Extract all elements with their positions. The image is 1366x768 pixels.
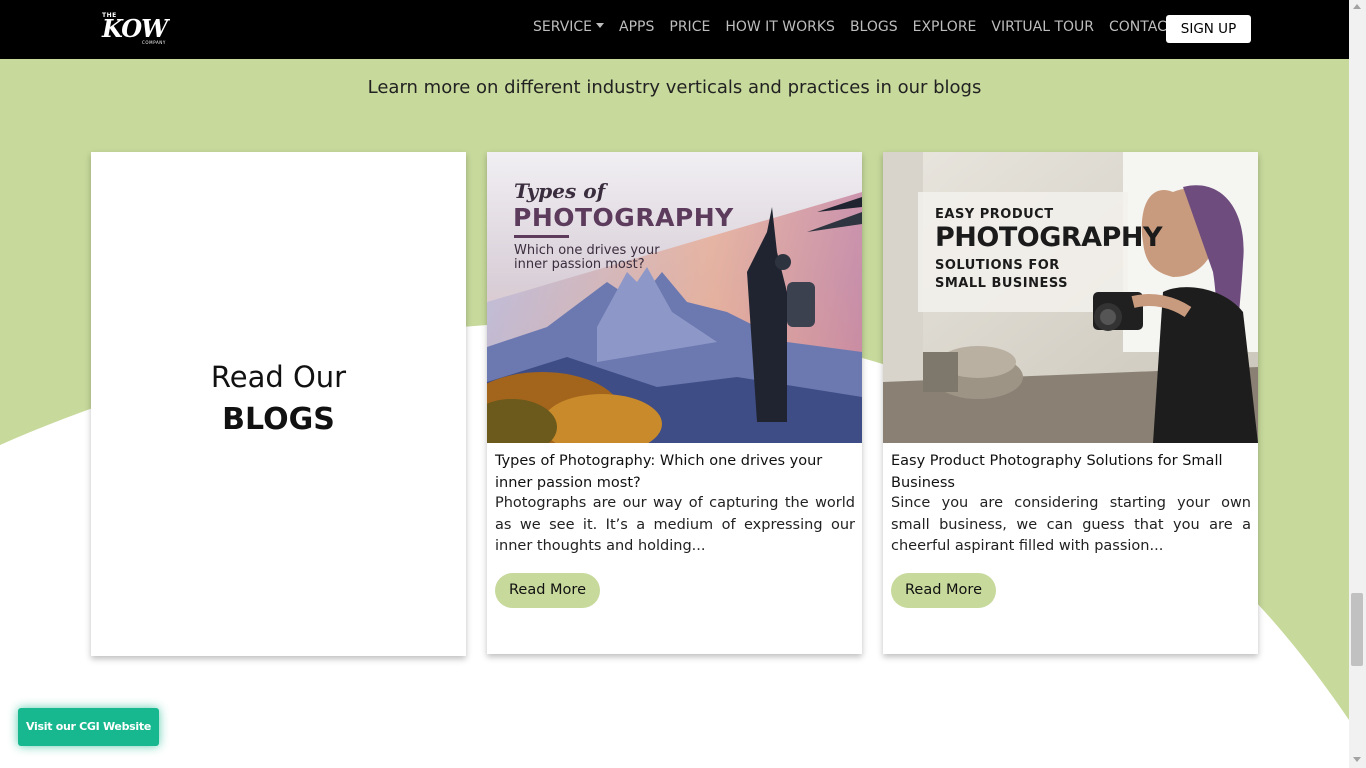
blog-title[interactable]: Types of Photography: Which one drives y… [495,450,855,494]
image-text-small-business: SMALL BUSINESS [935,276,1069,291]
scroll-thumb[interactable] [1351,593,1363,666]
nav-item-virtual-tour[interactable]: VIRTUAL TOUR [991,19,1094,35]
read-more-button[interactable]: Read More [891,573,996,608]
nav-item-explore[interactable]: EXPLORE [913,19,977,35]
intro-line-2: BLOGS [222,402,335,437]
blog-title[interactable]: Easy Product Photography Solutions for S… [891,450,1251,494]
blog-image-product-photography[interactable]: EASY PRODUCT PHOTOGRAPHY SOLUTIONS FOR S… [883,152,1258,443]
image-text-easy-product: EASY PRODUCT [935,207,1054,222]
intro-line-1: Read Our [210,360,347,394]
image-text-line3: Which one drives your [514,243,660,258]
nav-item-apps[interactable]: APPS [619,19,654,35]
read-more-button[interactable]: Read More [495,573,600,608]
blog-excerpt: Since you are considering starting your … [891,495,1251,554]
section-subtitle: Learn more on different industry vertica… [367,77,982,98]
sign-up-button[interactable]: SIGN UP [1166,15,1251,43]
image-text-photography: PHOTOGRAPHY [513,203,734,232]
image-text-solutions-for: SOLUTIONS FOR [935,258,1060,273]
blog-excerpt: Photographs are our way of capturing the… [495,495,855,554]
image-text-types-of: Types of [514,179,606,203]
nav-item-blogs[interactable]: BLOGS [850,19,898,35]
blog-image-types-of-photography[interactable]: Types of PHOTOGRAPHY Which one drives yo… [487,152,862,443]
blog-card-types-of-photography: Types of PHOTOGRAPHY Which one drives yo… [487,152,862,654]
top-navbar: THE KOW COMPANY SERVICE APPS PRICE HOW I… [0,0,1349,59]
nav-item-how-it-works[interactable]: HOW IT WORKS [725,19,835,35]
kow-logo[interactable]: THE KOW COMPANY [102,12,176,46]
page-scrollbar[interactable] [1349,0,1366,768]
image-text-line4: inner passion most? [514,257,645,272]
nav-item-service[interactable]: SERVICE [533,19,605,35]
main-nav: SERVICE APPS PRICE HOW IT WORKS BLOGS EX… [533,19,1190,35]
image-underline [514,235,569,238]
blog-card-easy-product-photography: EASY PRODUCT PHOTOGRAPHY SOLUTIONS FOR S… [883,152,1258,654]
nav-item-price[interactable]: PRICE [669,19,710,35]
image-text-photography-2: PHOTOGRAPHY [935,222,1163,253]
scroll-down-arrow-icon[interactable] [1353,757,1361,762]
caret-down-icon [596,23,605,28]
visit-cgi-website-button[interactable]: Visit our CGI Website [18,708,159,746]
read-our-blogs-card: Read Our BLOGS [91,152,466,656]
scroll-up-arrow-icon[interactable] [1353,4,1361,9]
